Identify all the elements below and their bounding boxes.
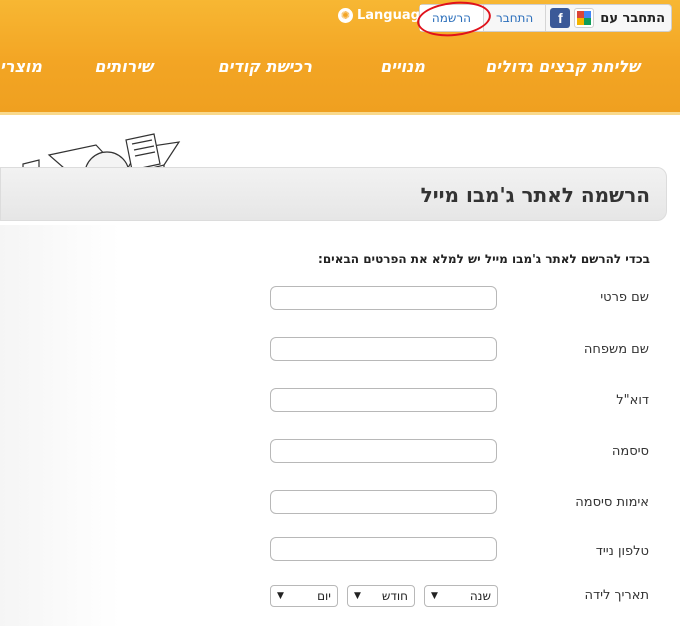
last-name-label: שם משפחה (583, 342, 649, 357)
first-name-label: שם פרטי (600, 290, 649, 305)
nav-item-send-large-files[interactable]: שליחת קבצים גדולים (485, 57, 640, 76)
email-field[interactable] (270, 388, 497, 412)
password-label: סיסמה (611, 444, 649, 459)
facebook-icon[interactable]: f (550, 8, 571, 28)
nav-item-subscriptions[interactable]: מנויים (380, 57, 425, 76)
birth-day-select[interactable]: יום ▼ (270, 585, 338, 607)
last-name-field[interactable] (270, 337, 497, 361)
birth-month-select[interactable]: חודש ▼ (347, 585, 415, 607)
site-header: ✺ Language התחבר עם f התחבר הרשמה שליחת … (0, 0, 680, 115)
chevron-down-icon: ▼ (354, 591, 361, 601)
phone-field[interactable] (270, 537, 497, 561)
confirm-password-label: אימות סיסמה (575, 495, 649, 510)
language-selector[interactable]: ✺ Language (338, 8, 429, 23)
email-label: דוא"ל (616, 393, 649, 408)
connect-with-label: התחבר עם (600, 10, 665, 26)
nav-item-services[interactable]: שירותים (94, 57, 153, 76)
intro-text: בכדי להרשם לאתר ג'מבו מייל יש למלא את הפ… (318, 252, 650, 266)
birth-day-value: יום (317, 589, 331, 603)
phone-label: טלפון נייד (595, 544, 649, 559)
password-field[interactable] (270, 439, 497, 463)
google-logo-svg (577, 11, 592, 25)
birth-year-value: שנה (469, 589, 491, 603)
main-nav: שליחת קבצים גדולים מנויים רכישת קודים שי… (0, 57, 680, 81)
google-icon[interactable] (574, 8, 595, 28)
birthdate-label: תאריך לידה (584, 588, 649, 603)
birth-month-value: חודש (381, 589, 408, 603)
first-name-field[interactable] (270, 286, 497, 310)
chevron-down-icon: ▼ (431, 591, 438, 601)
nav-item-products[interactable]: מוצרים (0, 57, 42, 76)
confirm-password-field[interactable] (270, 490, 497, 514)
page-title: הרשמה לאתר ג'מבו מייל (420, 183, 650, 207)
chevron-down-icon: ▼ (277, 591, 284, 601)
birth-year-select[interactable]: שנה ▼ (424, 585, 498, 607)
nav-item-buy-codes[interactable]: רכישת קודים (218, 57, 312, 76)
globe-icon: ✺ (338, 8, 353, 23)
left-decoration (0, 225, 120, 626)
login-link[interactable]: התחבר (484, 5, 547, 31)
